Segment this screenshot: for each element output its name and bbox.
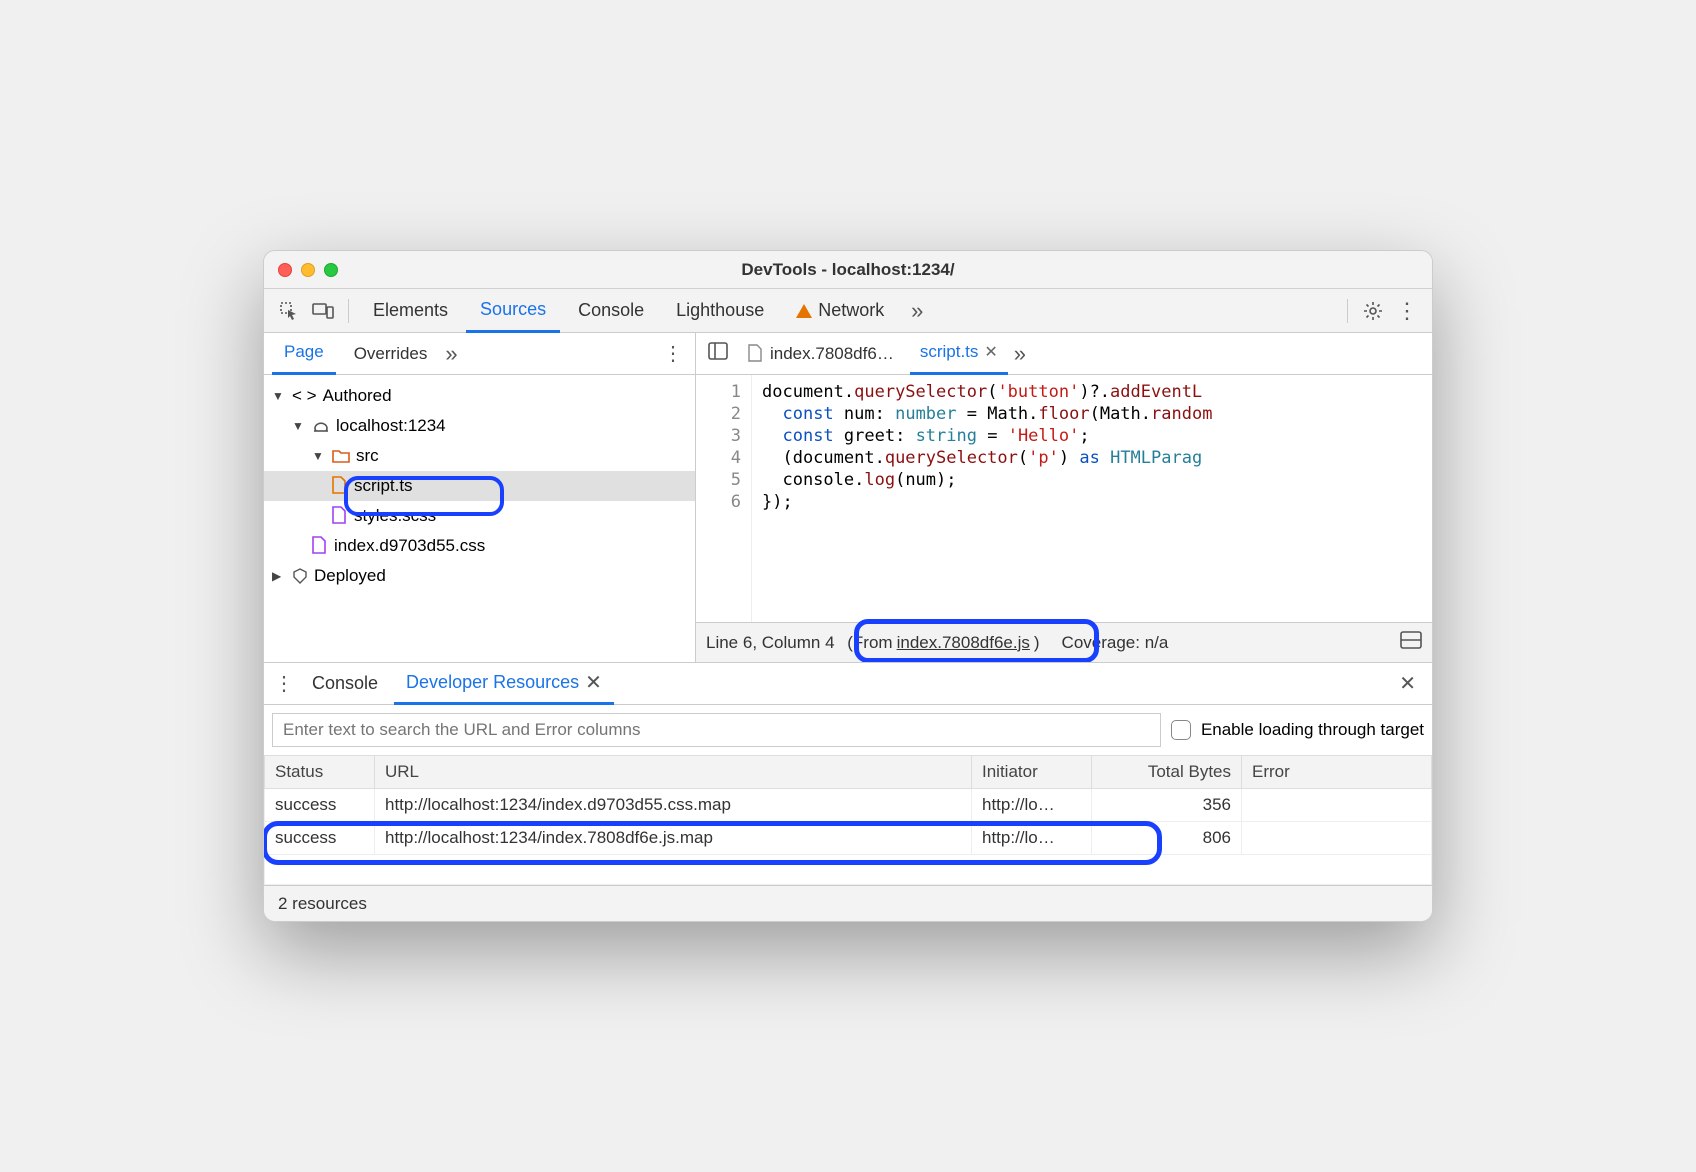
resources-table: Status URL Initiator Total Bytes Error s… bbox=[264, 755, 1432, 885]
tree-group-authored[interactable]: ▼ < > Authored bbox=[264, 381, 695, 411]
file-tab-script-ts[interactable]: script.ts ✕ bbox=[910, 333, 1008, 375]
titlebar: DevTools - localhost:1234/ bbox=[264, 251, 1432, 289]
tab-elements[interactable]: Elements bbox=[359, 289, 462, 333]
navigator-more-tabs-icon[interactable] bbox=[445, 341, 457, 367]
tab-lighthouse[interactable]: Lighthouse bbox=[662, 289, 778, 333]
close-drawer-icon[interactable]: ✕ bbox=[1391, 671, 1424, 696]
navigator-menu-icon[interactable]: ⋮ bbox=[659, 341, 687, 366]
editor-pane: index.7808df6… script.ts ✕ 123456 docume… bbox=[696, 333, 1432, 662]
drawer-tab-developer-resources[interactable]: Developer Resources ✕ bbox=[394, 663, 614, 705]
window-controls bbox=[264, 263, 338, 277]
sourcemap-link[interactable]: index.7808df6e.js bbox=[897, 633, 1030, 653]
toggle-navigator-icon[interactable] bbox=[704, 342, 732, 365]
tab-console[interactable]: Console bbox=[564, 289, 658, 333]
warning-icon bbox=[796, 304, 812, 318]
tree-file-script-ts[interactable]: script.ts bbox=[264, 471, 695, 501]
col-status[interactable]: Status bbox=[265, 756, 375, 789]
inspect-element-icon[interactable] bbox=[274, 296, 304, 326]
editor-tabbar: index.7808df6… script.ts ✕ bbox=[696, 333, 1432, 375]
drawer-menu-icon[interactable]: ⋮ bbox=[272, 671, 296, 696]
code-editor[interactable]: 123456 document.querySelector('button')?… bbox=[696, 375, 1432, 622]
more-tabs-icon[interactable] bbox=[902, 296, 932, 326]
file-tree: ▼ < > Authored ▼ localhost:1234 ▼ src sc… bbox=[264, 375, 695, 597]
resources-table-wrap: Status URL Initiator Total Bytes Error s… bbox=[264, 755, 1432, 885]
col-initiator[interactable]: Initiator bbox=[972, 756, 1092, 789]
close-drawer-tab-icon[interactable]: ✕ bbox=[585, 670, 602, 695]
tree-file-styles-scss[interactable]: styles.scss bbox=[264, 501, 695, 531]
editor-more-tabs-icon[interactable] bbox=[1014, 341, 1026, 367]
drawer-tabbar: ⋮ Console Developer Resources ✕ ✕ bbox=[264, 663, 1432, 705]
code-content: document.querySelector('button')?.addEve… bbox=[752, 375, 1212, 622]
search-input[interactable] bbox=[272, 713, 1161, 747]
tab-sources[interactable]: Sources bbox=[466, 289, 560, 333]
coverage-status: Coverage: n/a bbox=[1062, 633, 1169, 653]
devtools-window: DevTools - localhost:1234/ Elements Sour… bbox=[263, 250, 1433, 922]
navigator-pane: Page Overrides ⋮ ▼ < > Authored ▼ localh… bbox=[264, 333, 696, 662]
settings-icon[interactable] bbox=[1358, 296, 1388, 326]
file-tab-index-js[interactable]: index.7808df6… bbox=[738, 333, 904, 375]
tree-folder-src[interactable]: ▼ src bbox=[264, 441, 695, 471]
tree-file-index-css[interactable]: index.d9703d55.css bbox=[264, 531, 695, 561]
pretty-print-icon[interactable] bbox=[1400, 631, 1422, 654]
drawer-tab-console[interactable]: Console bbox=[300, 663, 390, 705]
minimize-window-button[interactable] bbox=[301, 263, 315, 277]
navigator-tab-overrides[interactable]: Overrides bbox=[342, 333, 440, 375]
tab-network[interactable]: Network bbox=[782, 289, 898, 333]
col-error[interactable]: Error bbox=[1242, 756, 1432, 789]
kebab-menu-icon[interactable]: ⋮ bbox=[1392, 296, 1422, 326]
enable-loading-checkbox[interactable] bbox=[1171, 720, 1191, 740]
enable-loading-label: Enable loading through target bbox=[1201, 720, 1424, 740]
tree-group-deployed[interactable]: ▶ Deployed bbox=[264, 561, 695, 591]
table-row[interactable]: successhttp://localhost:1234/index.d9703… bbox=[265, 789, 1432, 822]
maximize-window-button[interactable] bbox=[324, 263, 338, 277]
drawer-footer: 2 resources bbox=[264, 885, 1432, 921]
device-toolbar-icon[interactable] bbox=[308, 296, 338, 326]
table-row[interactable]: successhttp://localhost:1234/index.7808d… bbox=[265, 822, 1432, 855]
navigator-tabs: Page Overrides ⋮ bbox=[264, 333, 695, 375]
main-toolbar: Elements Sources Console Lighthouse Netw… bbox=[264, 289, 1432, 333]
col-url[interactable]: URL bbox=[375, 756, 972, 789]
editor-statusbar: Line 6, Column 4 (From index.7808df6e.js… bbox=[696, 622, 1432, 662]
tree-host[interactable]: ▼ localhost:1234 bbox=[264, 411, 695, 441]
close-tab-icon[interactable]: ✕ bbox=[984, 342, 997, 362]
col-total-bytes[interactable]: Total Bytes bbox=[1092, 756, 1242, 789]
window-title: DevTools - localhost:1234/ bbox=[264, 260, 1432, 280]
line-gutter: 123456 bbox=[696, 375, 752, 622]
resource-search-row: Enable loading through target bbox=[264, 705, 1432, 755]
navigator-tab-page[interactable]: Page bbox=[272, 333, 336, 375]
close-window-button[interactable] bbox=[278, 263, 292, 277]
cursor-position: Line 6, Column 4 bbox=[706, 633, 835, 653]
